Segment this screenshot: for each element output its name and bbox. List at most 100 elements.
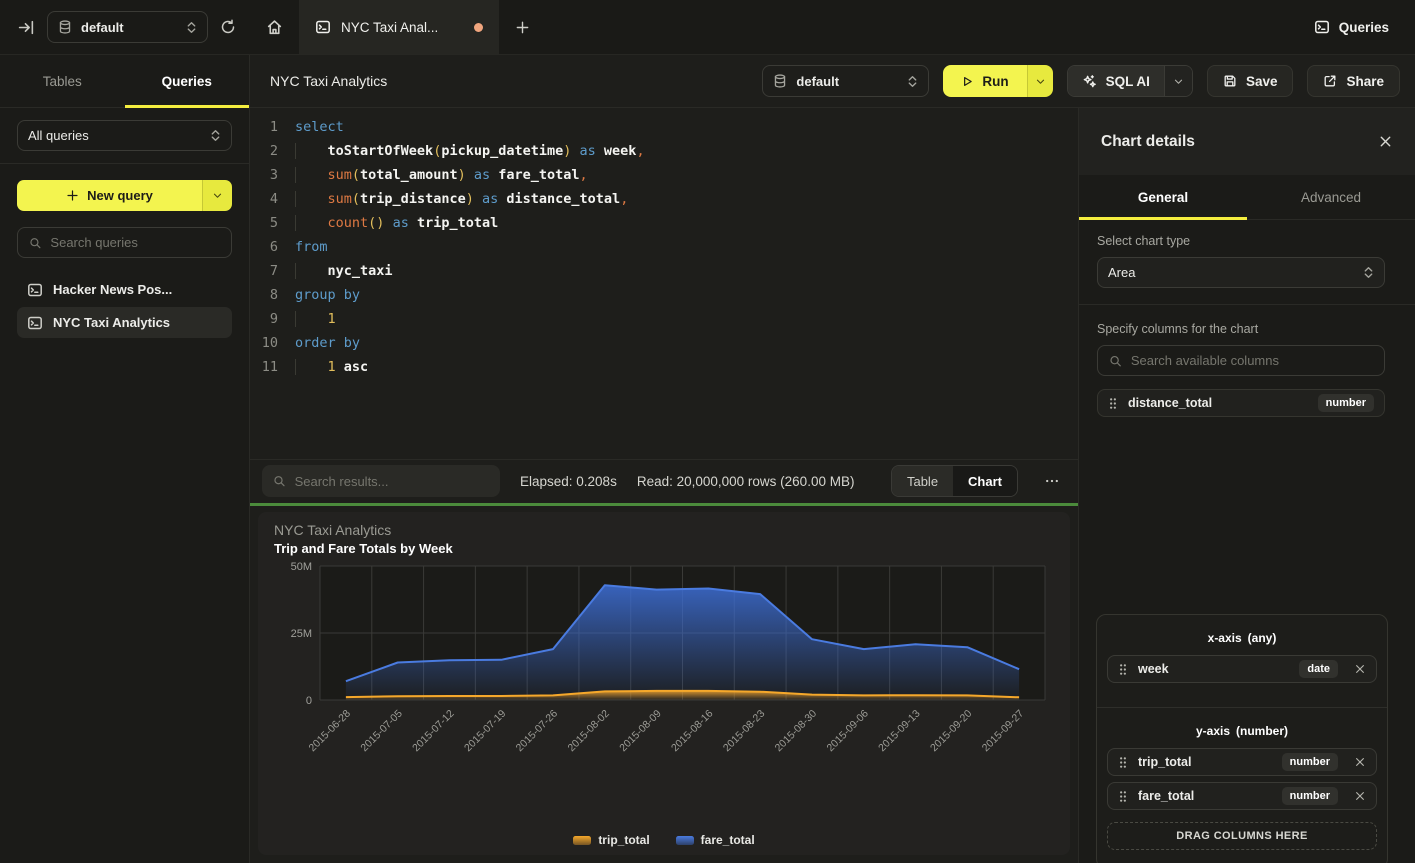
search-icon — [1109, 354, 1122, 368]
results-search[interactable] — [262, 465, 500, 497]
remove-column-button[interactable] — [1354, 663, 1366, 675]
x-tick-label: 2015-07-19 — [462, 707, 509, 754]
sql-ai-caret[interactable] — [1164, 66, 1192, 96]
sidebar-tab-queries[interactable]: Queries — [125, 55, 250, 107]
chart-type-section: Select chart type Area — [1079, 220, 1415, 305]
code-line[interactable]: 8group by — [250, 283, 1078, 307]
terminal-icon — [315, 19, 331, 35]
new-tab-button[interactable] — [499, 0, 546, 54]
chevron-updown-icon — [1363, 266, 1374, 279]
x-tick-label: 2015-09-13 — [876, 707, 923, 754]
chart-type-select[interactable]: Area — [1097, 257, 1385, 288]
column-card-week[interactable]: weekdate — [1107, 655, 1377, 683]
ellipsis-icon — [1044, 473, 1060, 489]
queries-button[interactable]: Queries — [1314, 19, 1389, 35]
chart-type-label: Select chart type — [1097, 234, 1385, 248]
chevron-down-icon — [1035, 76, 1046, 87]
remove-column-button[interactable] — [1354, 790, 1366, 802]
area-chart[interactable]: 025M50M2015-06-282015-07-052015-07-12201… — [274, 556, 1050, 780]
sidebar-query-item[interactable]: Hacker News Pos... — [17, 274, 232, 305]
home-tab[interactable] — [250, 0, 299, 54]
code-line[interactable]: 1select — [250, 115, 1078, 139]
remove-column-button[interactable] — [1354, 756, 1366, 768]
sql-ai-button[interactable]: SQL AI — [1067, 65, 1193, 97]
run-database-selector[interactable]: default — [762, 65, 929, 97]
drag-handle-icon[interactable] — [1118, 790, 1128, 803]
drag-handle-icon[interactable] — [1108, 397, 1118, 410]
columns-search-input[interactable] — [1131, 353, 1373, 368]
code-line[interactable]: 2 toStartOfWeek(pickup_datetime) as week… — [250, 139, 1078, 163]
save-button[interactable]: Save — [1207, 65, 1294, 97]
code-line[interactable]: 10order by — [250, 331, 1078, 355]
close-panel-button[interactable] — [1378, 134, 1393, 149]
run-button-main[interactable]: Run — [943, 65, 1026, 97]
run-button[interactable]: Run — [943, 65, 1052, 97]
chart-plot-area[interactable]: 025M50M2015-06-282015-07-052015-07-12201… — [274, 556, 1054, 832]
x-tick-label: 2015-09-27 — [980, 707, 1027, 754]
line-number: 2 — [250, 139, 278, 163]
legend-swatch — [573, 836, 591, 845]
new-query-button[interactable]: New query — [17, 180, 232, 211]
database-selector[interactable]: default — [47, 11, 208, 43]
queries-button-label: Queries — [1339, 20, 1389, 35]
results-more-button[interactable] — [1038, 473, 1066, 489]
read-stat: Read: 20,000,000 rows (260.00 MB) — [637, 474, 855, 489]
code-line[interactable]: 3 sum(total_amount) as fare_total, — [250, 163, 1078, 187]
new-query-section: New query — [0, 164, 249, 223]
drag-handle-icon[interactable] — [1118, 756, 1128, 769]
sidebar-tab-tables[interactable]: Tables — [0, 55, 125, 107]
query-filter-value: All queries — [28, 128, 89, 143]
database-icon — [773, 74, 787, 88]
code-line[interactable]: 7 nyc_taxi — [250, 259, 1078, 283]
tab-strip: NYC Taxi Anal... — [250, 0, 546, 54]
unsaved-changes-dot — [474, 23, 483, 32]
results-search-input[interactable] — [295, 474, 489, 489]
terminal-icon — [1314, 19, 1330, 35]
top-bar-right: Queries — [1314, 0, 1415, 54]
code-line[interactable]: 6from — [250, 235, 1078, 259]
columns-search[interactable] — [1097, 345, 1385, 376]
column-type-badge: number — [1282, 787, 1338, 805]
legend-label: fare_total — [701, 833, 755, 847]
new-query-caret[interactable] — [202, 180, 232, 211]
x-axis-heading: x-axis(any) — [1107, 631, 1377, 645]
query-search-input[interactable] — [50, 235, 220, 250]
tab-advanced[interactable]: Advanced — [1247, 175, 1415, 219]
share-button[interactable]: Share — [1307, 65, 1400, 97]
collapse-sidebar-button[interactable] — [18, 19, 35, 36]
view-toggle-table[interactable]: Table — [892, 466, 953, 496]
code-line[interactable]: 5 count() as trip_total — [250, 211, 1078, 235]
view-toggle-chart[interactable]: Chart — [953, 466, 1017, 496]
code-text: order by — [295, 331, 360, 355]
query-tab-active[interactable]: NYC Taxi Anal... — [299, 0, 499, 54]
query-search[interactable] — [17, 227, 232, 258]
column-type-badge: number — [1282, 753, 1338, 771]
legend-item-fare_total[interactable]: fare_total — [676, 833, 755, 847]
line-number: 6 — [250, 235, 278, 259]
page-title: NYC Taxi Analytics — [270, 73, 387, 89]
legend-item-trip_total[interactable]: trip_total — [573, 833, 649, 847]
sql-ai-main[interactable]: SQL AI — [1068, 66, 1164, 96]
query-list: Hacker News Pos...NYC Taxi Analytics — [0, 270, 249, 342]
sidebar-query-item[interactable]: NYC Taxi Analytics — [17, 307, 232, 338]
sql-editor[interactable]: 1select2 toStartOfWeek(pickup_datetime) … — [250, 108, 1078, 459]
query-search-section — [0, 223, 249, 270]
line-number: 7 — [250, 259, 278, 283]
code-line[interactable]: 4 sum(trip_distance) as distance_total, — [250, 187, 1078, 211]
column-card-fare_total[interactable]: fare_totalnumber — [1107, 782, 1377, 810]
drag-handle-icon[interactable] — [1118, 663, 1128, 676]
y-tick-label: 0 — [306, 695, 312, 707]
refresh-button[interactable] — [220, 19, 236, 35]
column-card-distance_total[interactable]: distance_totalnumber — [1097, 389, 1385, 417]
run-button-caret[interactable] — [1027, 65, 1053, 97]
column-card-trip_total[interactable]: trip_totalnumber — [1107, 748, 1377, 776]
tab-general[interactable]: General — [1079, 175, 1247, 219]
code-line[interactable]: 11 1 asc — [250, 355, 1078, 379]
chevron-down-icon — [1173, 76, 1184, 87]
line-number: 8 — [250, 283, 278, 307]
query-filter-select[interactable]: All queries — [17, 120, 232, 151]
code-line[interactable]: 9 1 — [250, 307, 1078, 331]
drop-zone[interactable]: DRAG COLUMNS HERE — [1107, 822, 1377, 850]
top-bar: default NYC Taxi Anal... — [0, 0, 1415, 55]
new-query-main[interactable]: New query — [17, 180, 202, 211]
